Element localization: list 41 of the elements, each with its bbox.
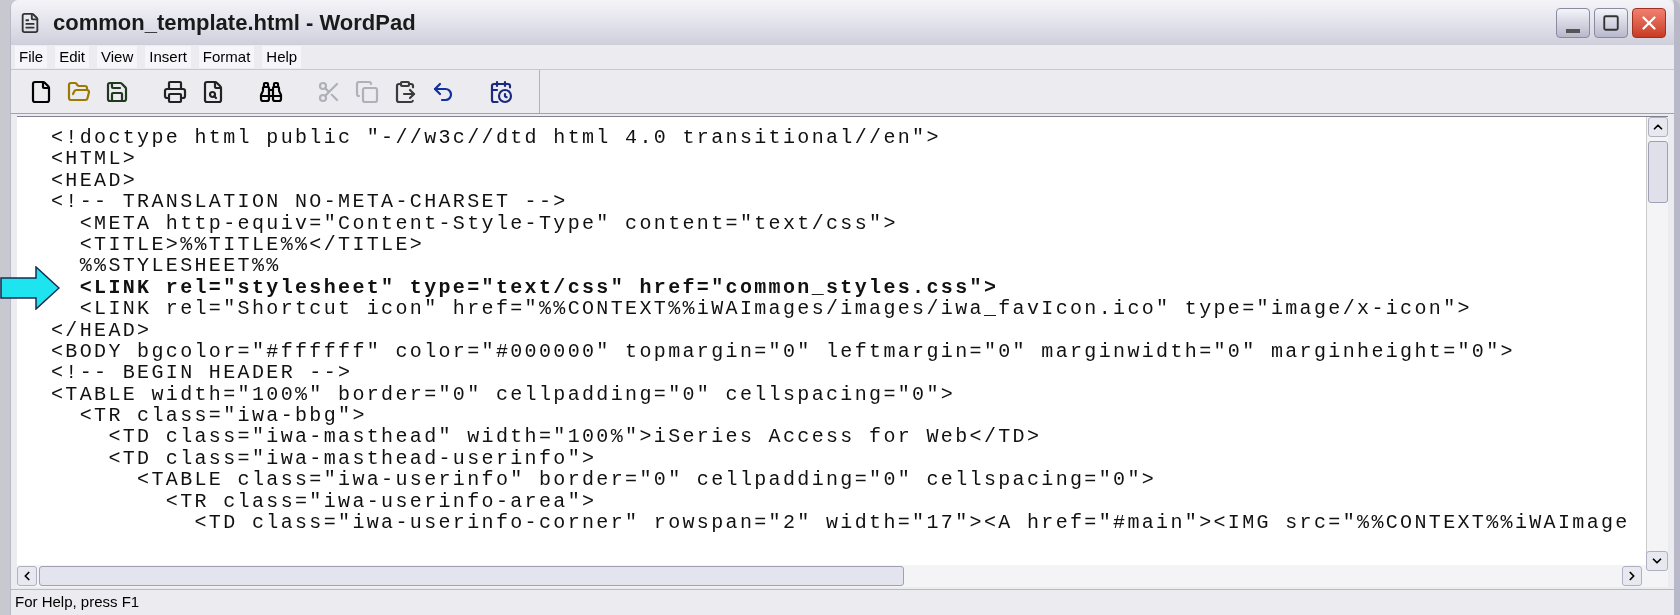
menu-item[interactable]: Insert xyxy=(145,45,191,69)
code-line: <META http-equiv="Content-Style-Type" content="text/css"> xyxy=(78,211,898,235)
menu-item[interactable]: Edit xyxy=(55,45,90,69)
scroll-thumb[interactable] xyxy=(1647,141,1668,203)
code-line: <TITLE>%%TITLE%%</TITLE> xyxy=(78,232,425,256)
code-line: <!doctype html public "-//w3c//dtd html 4.0 transitional//en"> xyxy=(51,126,941,149)
code-line: <HTML> xyxy=(51,147,138,171)
minimize-icon xyxy=(1566,28,1580,33)
code-line: <TD class="iwa-masthead" width="100%">iSeries Access for Web</TD> xyxy=(107,425,1042,449)
code-line: <TABLE width="100%" border="0" cellpadding="0" cellspacing="0"> xyxy=(51,382,956,406)
code-line: <BODY bgcolor="#ffffff" color="#000000" topmargin="0" leftmargin="0" marginwidth="0" marginheight="0"> xyxy=(51,339,1515,363)
menu-item[interactable]: File xyxy=(15,45,48,69)
maximize-icon xyxy=(1602,13,1620,32)
scroll-down-button[interactable] xyxy=(1646,551,1668,571)
menu-item[interactable]: Format xyxy=(198,45,255,69)
code-line: <TR class="iwa-userinfo-area"> xyxy=(164,489,597,513)
close-button[interactable] xyxy=(1632,7,1666,38)
code-line: %%STYLESHEET%% xyxy=(78,254,281,278)
code-line: <!-- TRANSLATION NO-META-CHARSET --> xyxy=(51,190,568,214)
scroll-right-button[interactable] xyxy=(1622,566,1642,586)
code-line: <HEAD> xyxy=(51,168,138,192)
code-line: </HEAD> xyxy=(51,318,152,342)
scroll-up-button[interactable] xyxy=(1647,117,1668,137)
code-line: <TABLE class="iwa-userinfo" border="0" cellpadding="0" cellspacing="0"> xyxy=(136,468,1157,492)
code-line: <LINK rel="stylesheet" type="text/css" href="common_styles.css"> xyxy=(78,275,999,299)
maximize-button[interactable] xyxy=(1594,7,1628,38)
document-area[interactable] xyxy=(17,117,1646,565)
code-line: <LINK rel="Shortcut icon" href="%%CONTEXT%%iWAImages/images/iwa_favIcon.ico" type="image/x-icon"> xyxy=(78,297,1472,321)
window-title: common_template.html - WordPad xyxy=(53,9,417,37)
menu-item[interactable]: View xyxy=(97,45,138,69)
code-line: <TR class="iwa-bbg"> xyxy=(78,404,367,428)
pointer-arrow xyxy=(0,265,60,310)
menu-item[interactable]: Help xyxy=(262,45,302,69)
minimize-button[interactable] xyxy=(1556,7,1590,38)
document-icon xyxy=(19,11,41,34)
code-line: <!-- BEGIN HEADER --> xyxy=(51,361,353,385)
status-text: For Help, press F1 xyxy=(15,592,140,613)
scroll-left-button[interactable] xyxy=(17,566,37,586)
scroll-thumb[interactable] xyxy=(39,566,904,586)
code-line: <TD class="iwa-masthead-userinfo"> xyxy=(107,446,597,470)
code-line: <TD class="iwa-userinfo-corner" rowspan="2" width="17"><A href="#main"><IMG src="%%CONTEXT%%iWAImage xyxy=(193,511,1630,535)
